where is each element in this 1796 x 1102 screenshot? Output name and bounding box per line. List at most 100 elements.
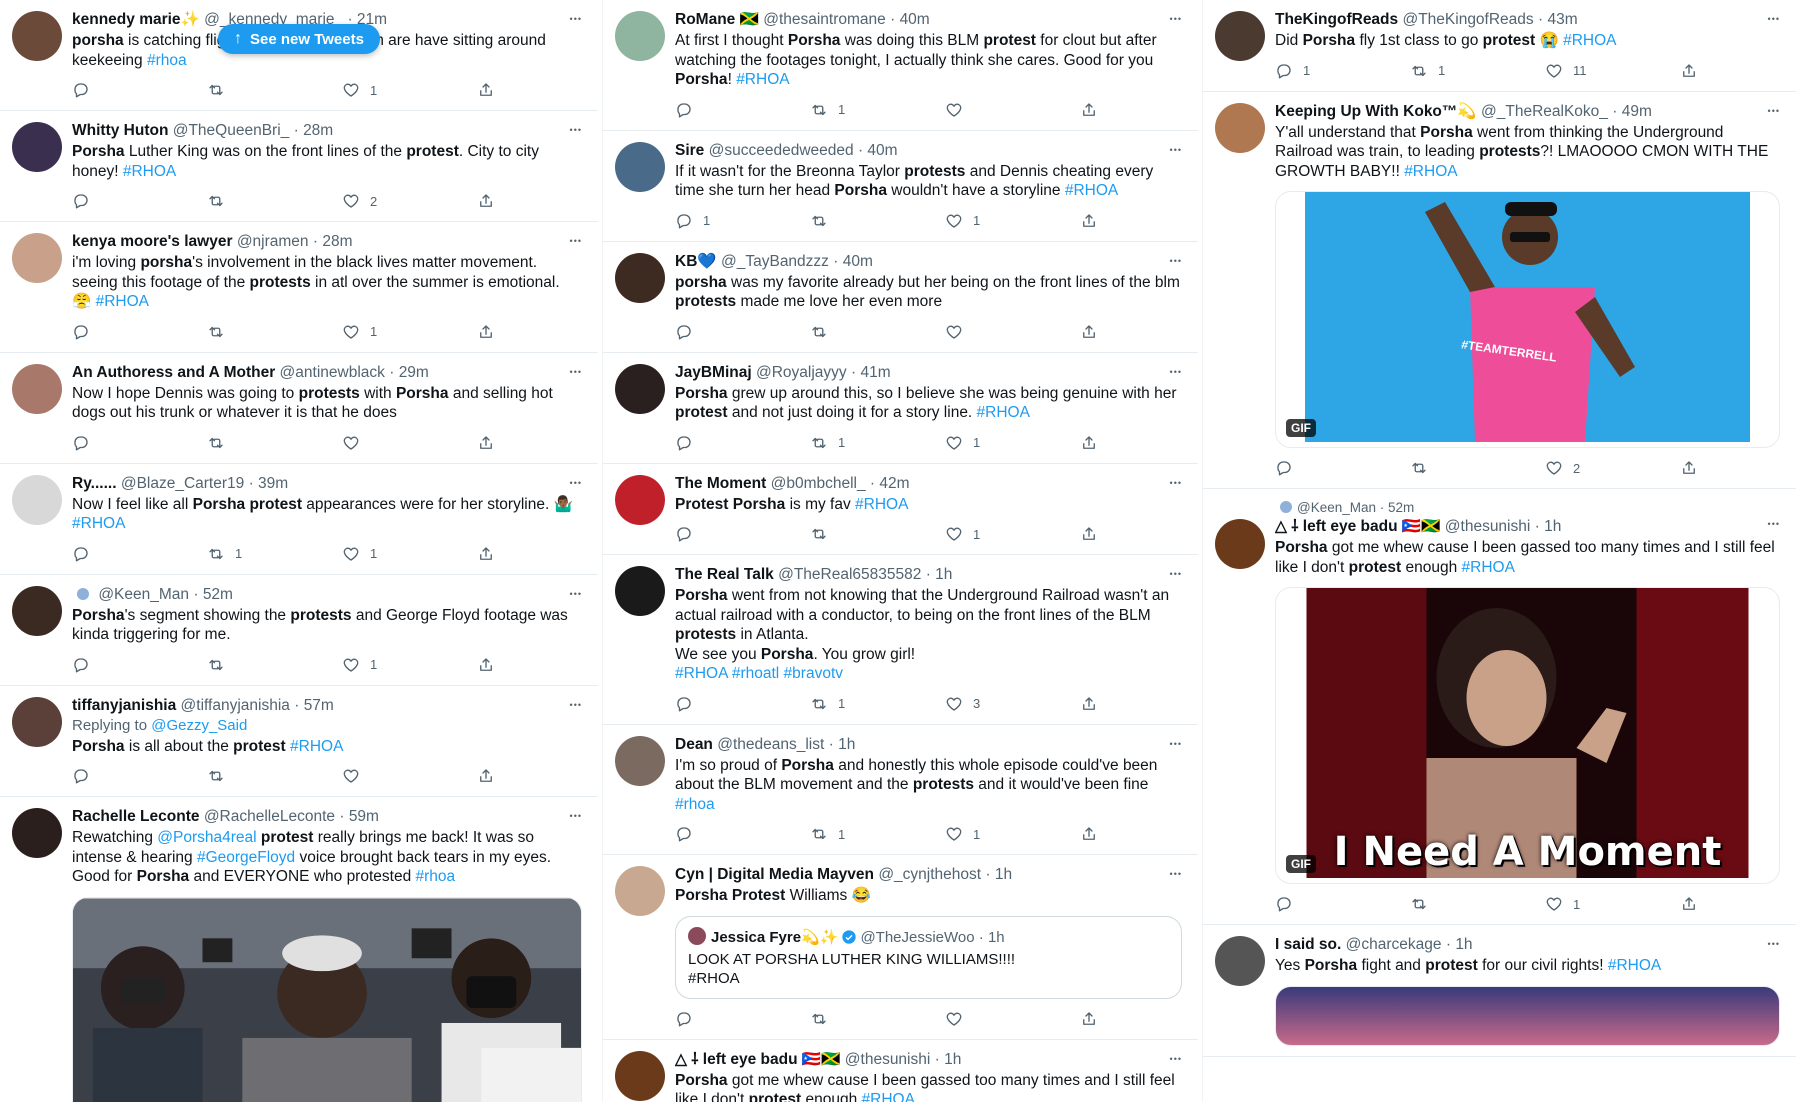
tweet-media[interactable] — [1275, 985, 1780, 1046]
tweet-media[interactable]: GIF #TEAMTERRELL — [1275, 191, 1780, 448]
more-icon[interactable]: ••• — [570, 700, 582, 710]
more-icon[interactable]: ••• — [1170, 256, 1182, 266]
tweet[interactable]: Rachelle Leconte @RachelleLeconte · 59m •… — [0, 797, 598, 1102]
avatar[interactable] — [1215, 11, 1265, 61]
tweet[interactable]: KB💙 @_TayBandzzz · 40m ••• porsha was my f… — [603, 242, 1198, 353]
hashtag-link[interactable]: #RHOA — [855, 496, 908, 513]
more-icon[interactable]: ••• — [570, 478, 582, 488]
reply-action[interactable] — [675, 525, 810, 543]
share-action[interactable] — [477, 81, 507, 99]
reply-action[interactable] — [675, 101, 810, 119]
share-action[interactable] — [477, 192, 507, 210]
tweet[interactable]: RoMane 🇯🇲 @thesaintromane · 40m ••• At fir… — [603, 0, 1198, 131]
share-action[interactable] — [1080, 525, 1110, 543]
reply-action[interactable] — [72, 656, 207, 674]
tweet[interactable]: Sire @succeededweeded · 40m ••• If it wasn… — [603, 131, 1198, 242]
avatar[interactable] — [12, 233, 62, 283]
more-icon[interactable]: ••• — [1768, 519, 1780, 529]
avatar[interactable] — [615, 474, 665, 525]
tweet[interactable]: TheKingofReads @TheKingofReads · 43m ••• D… — [1203, 0, 1796, 92]
hashtag-link[interactable]: #rhoa — [675, 796, 715, 813]
avatar[interactable] — [615, 141, 665, 192]
avatar[interactable] — [1215, 102, 1265, 153]
like-action[interactable] — [342, 767, 477, 785]
hashtag-link[interactable]: #RHOA — [1563, 32, 1616, 49]
reply-action[interactable] — [72, 545, 207, 563]
hashtag-link[interactable]: #rhoa — [416, 868, 456, 885]
hashtag-link[interactable]: #RHOA — [1404, 163, 1457, 180]
retweet-action[interactable] — [207, 323, 342, 341]
tweet[interactable]: Cyn | Digital Media Mayven @_cynjthehost… — [603, 855, 1198, 1040]
share-action[interactable] — [1080, 825, 1110, 843]
avatar[interactable] — [12, 122, 62, 172]
retweet-action[interactable]: 1 — [810, 101, 945, 119]
retweet-action[interactable]: 1 — [207, 545, 342, 563]
more-icon[interactable]: ••• — [1170, 14, 1182, 24]
reply-action[interactable] — [72, 192, 207, 210]
avatar[interactable] — [12, 11, 62, 61]
like-action[interactable]: 1 — [342, 81, 477, 99]
tweet[interactable]: △ ⸸ left eye badu 🇵🇷🇯🇲 @thesunishi · 1h •… — [603, 1040, 1198, 1102]
avatar[interactable] — [615, 735, 665, 786]
reply-action[interactable] — [675, 695, 810, 713]
hashtag-link[interactable]: #RHOA — [1065, 182, 1118, 199]
share-action[interactable] — [477, 434, 507, 452]
replying-mention[interactable]: @Gezzy_Said — [151, 717, 247, 734]
retweet-action[interactable] — [810, 212, 945, 230]
more-icon[interactable]: ••• — [570, 367, 582, 377]
see-new-tweets-button[interactable]: ↑ See new Tweets — [218, 24, 380, 54]
share-action[interactable] — [477, 323, 507, 341]
more-icon[interactable]: ••• — [1768, 939, 1780, 949]
tweet[interactable]: @Keen_Man · 52m ••• Porsha's segment showi… — [0, 575, 598, 686]
reply-action[interactable] — [72, 81, 207, 99]
hashtag-link[interactable]: #RHOA — [977, 404, 1030, 421]
avatar[interactable] — [615, 566, 665, 616]
avatar[interactable] — [615, 363, 665, 414]
like-action[interactable]: 1 — [342, 545, 477, 563]
tweet[interactable]: kennedy marie✨ @_kennedy_marie_ · 21m •••… — [0, 0, 598, 111]
hashtag-link[interactable]: #RHOA #rhoatl #bravotv — [675, 665, 843, 682]
like-action[interactable]: 2 — [342, 192, 477, 210]
more-icon[interactable]: ••• — [570, 125, 582, 135]
share-action[interactable] — [477, 656, 507, 674]
tweet[interactable]: kenya moore's lawyer @njramen · 28m ••• i'… — [0, 222, 598, 353]
more-icon[interactable]: ••• — [570, 589, 582, 599]
retweet-action[interactable] — [810, 323, 945, 341]
reply-action[interactable] — [675, 434, 810, 452]
tweet[interactable]: Whitty Huton @TheQueenBri_ · 28m ••• Porsh… — [0, 111, 598, 222]
tweet[interactable]: The Moment @b0mbchell_ · 42m ••• Protest P… — [603, 464, 1198, 555]
hashtag-link[interactable]: #RHOA — [1608, 957, 1661, 974]
share-action[interactable] — [1080, 434, 1110, 452]
avatar[interactable] — [12, 474, 62, 525]
like-action[interactable]: 1 — [945, 825, 1080, 843]
more-icon[interactable]: ••• — [1768, 14, 1780, 24]
like-action[interactable]: 1 — [945, 434, 1080, 452]
reply-action[interactable] — [675, 1010, 810, 1028]
hashtag-link[interactable]: #RHOA — [862, 1091, 915, 1102]
reply-action[interactable] — [72, 767, 207, 785]
share-action[interactable] — [1680, 459, 1710, 477]
retweet-action[interactable] — [207, 192, 342, 210]
share-action[interactable] — [1080, 101, 1110, 119]
tweet[interactable]: The Real Talk @TheReal65835582 · 1h ••• Po… — [603, 555, 1198, 725]
avatar[interactable] — [12, 363, 62, 414]
more-icon[interactable]: ••• — [1170, 1054, 1182, 1064]
more-icon[interactable]: ••• — [1170, 569, 1182, 579]
hashtag-link[interactable]: #RHOA — [123, 163, 176, 180]
reply-action[interactable] — [72, 434, 207, 452]
hashtag-link[interactable]: #rhoa — [147, 52, 187, 69]
avatar[interactable] — [615, 11, 665, 61]
reply-action[interactable] — [1275, 459, 1410, 477]
reply-action[interactable]: 1 — [675, 212, 810, 230]
retweet-action[interactable] — [1410, 459, 1545, 477]
share-action[interactable] — [1080, 212, 1110, 230]
tweet-media[interactable] — [72, 896, 582, 1102]
more-icon[interactable]: ••• — [1768, 106, 1780, 116]
avatar[interactable] — [12, 696, 62, 747]
like-action[interactable]: 2 — [1545, 459, 1680, 477]
retweet-action[interactable]: 1 — [810, 434, 945, 452]
tweet[interactable]: @Keen_Man · 52m △ ⸸ left eye badu 🇵🇷🇯🇲 @t… — [1203, 489, 1796, 925]
hashtag-link[interactable]: #RHOA — [72, 515, 125, 532]
reply-action[interactable] — [1275, 895, 1410, 913]
retweet-action[interactable] — [810, 1010, 945, 1028]
